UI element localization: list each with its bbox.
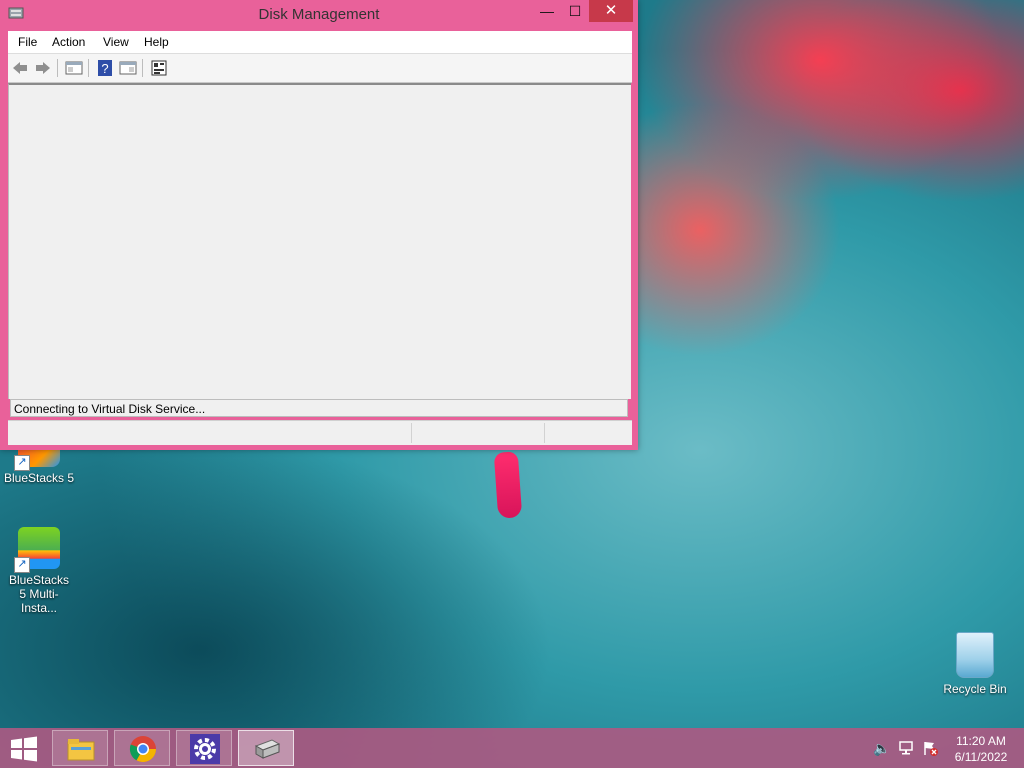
network-icon[interactable] (898, 740, 914, 756)
shortcut-arrow-icon: ↗ (14, 557, 30, 573)
clock-date: 6/11/2022 (954, 750, 1008, 764)
status-bar-divider (411, 423, 412, 443)
file-explorer-icon (67, 739, 95, 761)
disk-management-icon (254, 739, 281, 759)
title-bar[interactable]: Disk Management — ☐ ✕ (0, 0, 638, 30)
action-center-flag-icon[interactable] (922, 740, 938, 756)
desktop-icon-recycle-bin[interactable]: Recycle Bin (939, 632, 1011, 696)
recycle-bin-icon (956, 632, 994, 678)
status-bar-divider (544, 423, 545, 443)
help-icon[interactable]: ? (96, 59, 114, 77)
menu-bar: File Action View Help (8, 31, 632, 53)
status-bar (8, 420, 632, 445)
connection-status-text: Connecting to Virtual Disk Service... (10, 399, 628, 417)
forward-arrow-icon[interactable] (34, 59, 52, 77)
bluestacks-multi-instance-icon: ↗ (14, 527, 60, 573)
toolbar-separator (57, 59, 58, 77)
system-clock[interactable]: 11:20 AM 6/11/2022 (948, 733, 1014, 765)
wallpaper-flower-stem (493, 451, 523, 519)
menu-help[interactable]: Help (144, 35, 169, 49)
toolbar-separator (142, 59, 143, 77)
clock-time: 11:20 AM (956, 734, 1006, 748)
disk-management-window[interactable]: Disk Management — ☐ ✕ File Action View H… (0, 0, 638, 450)
chrome-icon (129, 736, 157, 763)
settings-icon (190, 734, 220, 764)
maximize-button[interactable]: ☐ (560, 0, 590, 22)
taskbar-chrome[interactable] (114, 730, 170, 766)
desktop-icon-bluestacks-multi[interactable]: ↗ BlueStacks 5 Multi-Insta... (3, 527, 75, 615)
windows-start-icon[interactable] (10, 736, 38, 762)
desktop-icon-label: BlueStacks 5 Multi-Insta... (8, 573, 70, 615)
menu-file[interactable]: File (18, 35, 37, 49)
menu-view[interactable]: View (103, 35, 129, 49)
main-content-pane (8, 83, 631, 399)
taskbar-disk-management[interactable] (238, 730, 294, 766)
desktop-icon-label: Recycle Bin (943, 682, 1007, 696)
back-arrow-icon[interactable] (11, 59, 29, 77)
properties-icon[interactable] (150, 59, 168, 77)
toolbar: ? (8, 53, 632, 83)
taskbar-file-explorer[interactable] (52, 730, 108, 766)
taskbar: 🔈 11:20 AM 6/11/2022 (0, 728, 1024, 768)
minimize-button[interactable]: — (532, 0, 562, 22)
show-hide-console-tree-icon[interactable] (65, 59, 83, 77)
volume-icon[interactable]: 🔈 (873, 740, 890, 756)
shortcut-arrow-icon: ↗ (14, 455, 30, 471)
show-action-pane-icon[interactable] (119, 59, 137, 77)
toolbar-separator (88, 59, 89, 77)
desktop-icon-label: BlueStacks 5 (3, 471, 75, 485)
menu-action[interactable]: Action (52, 35, 85, 49)
taskbar-settings[interactable] (176, 730, 232, 766)
close-button[interactable]: ✕ (589, 0, 633, 22)
svg-text:?: ? (101, 61, 108, 76)
